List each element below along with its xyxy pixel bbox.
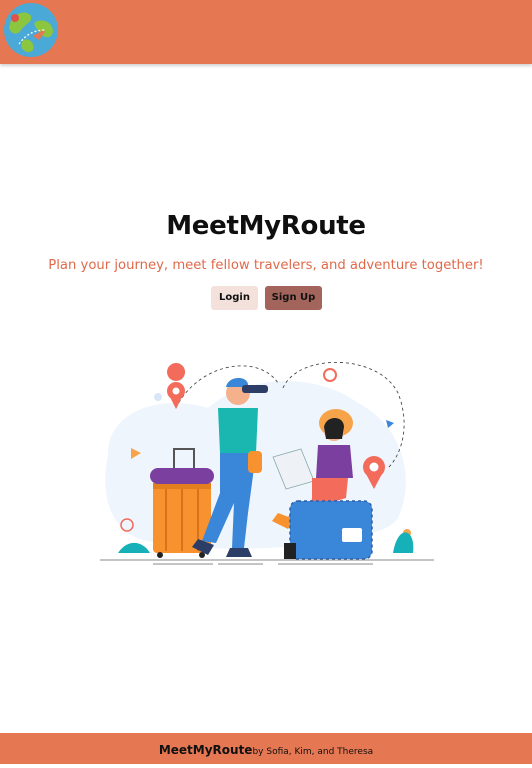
footer-brand: MeetMyRoute [158, 743, 253, 757]
tagline: Plan your journey, meet fellow travelers… [48, 258, 484, 273]
site-footer: MeetMyRouteby Sofia, Kim, and Theresa [0, 733, 532, 764]
footer-credit: by Sofia, Kim, and Theresa [252, 747, 374, 757]
map-pin-icon [167, 363, 186, 409]
travelers-illustration [100, 361, 434, 565]
sign-up-button[interactable]: Sign Up [265, 286, 322, 310]
login-button[interactable]: Login [211, 286, 258, 310]
site-header [0, 0, 532, 64]
page-title: MeetMyRoute [166, 211, 366, 241]
globe-travel-icon[interactable] [3, 2, 59, 58]
